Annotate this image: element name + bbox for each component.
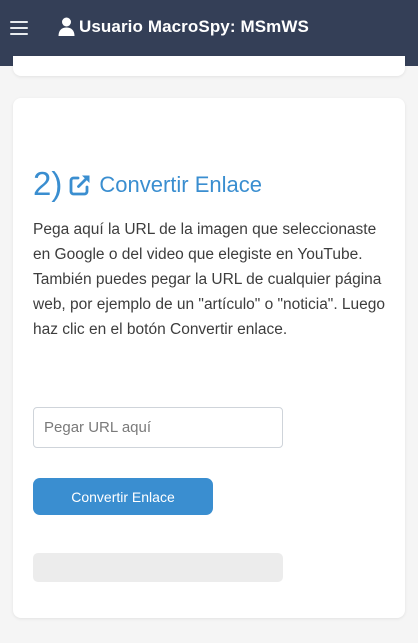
url-input[interactable]	[33, 407, 283, 448]
previous-step-card	[13, 56, 405, 76]
convert-link-button[interactable]: Convertir Enlace	[33, 478, 213, 515]
user-label: Usuario MacroSpy: MSmWS	[79, 17, 309, 36]
convert-link-card: 2) Convertir Enlace Pega aquí la URL de …	[13, 98, 405, 618]
external-link-icon	[69, 175, 90, 196]
result-output	[33, 553, 283, 582]
instructions-text: Pega aquí la URL de la imagen que selecc…	[33, 221, 386, 338]
user-icon	[58, 17, 75, 36]
step-title: 2) Convertir Enlace	[33, 164, 262, 204]
hamburger-menu-icon[interactable]	[10, 19, 28, 37]
step-label: Convertir Enlace	[99, 172, 262, 197]
step-number: 2)	[33, 165, 63, 202]
